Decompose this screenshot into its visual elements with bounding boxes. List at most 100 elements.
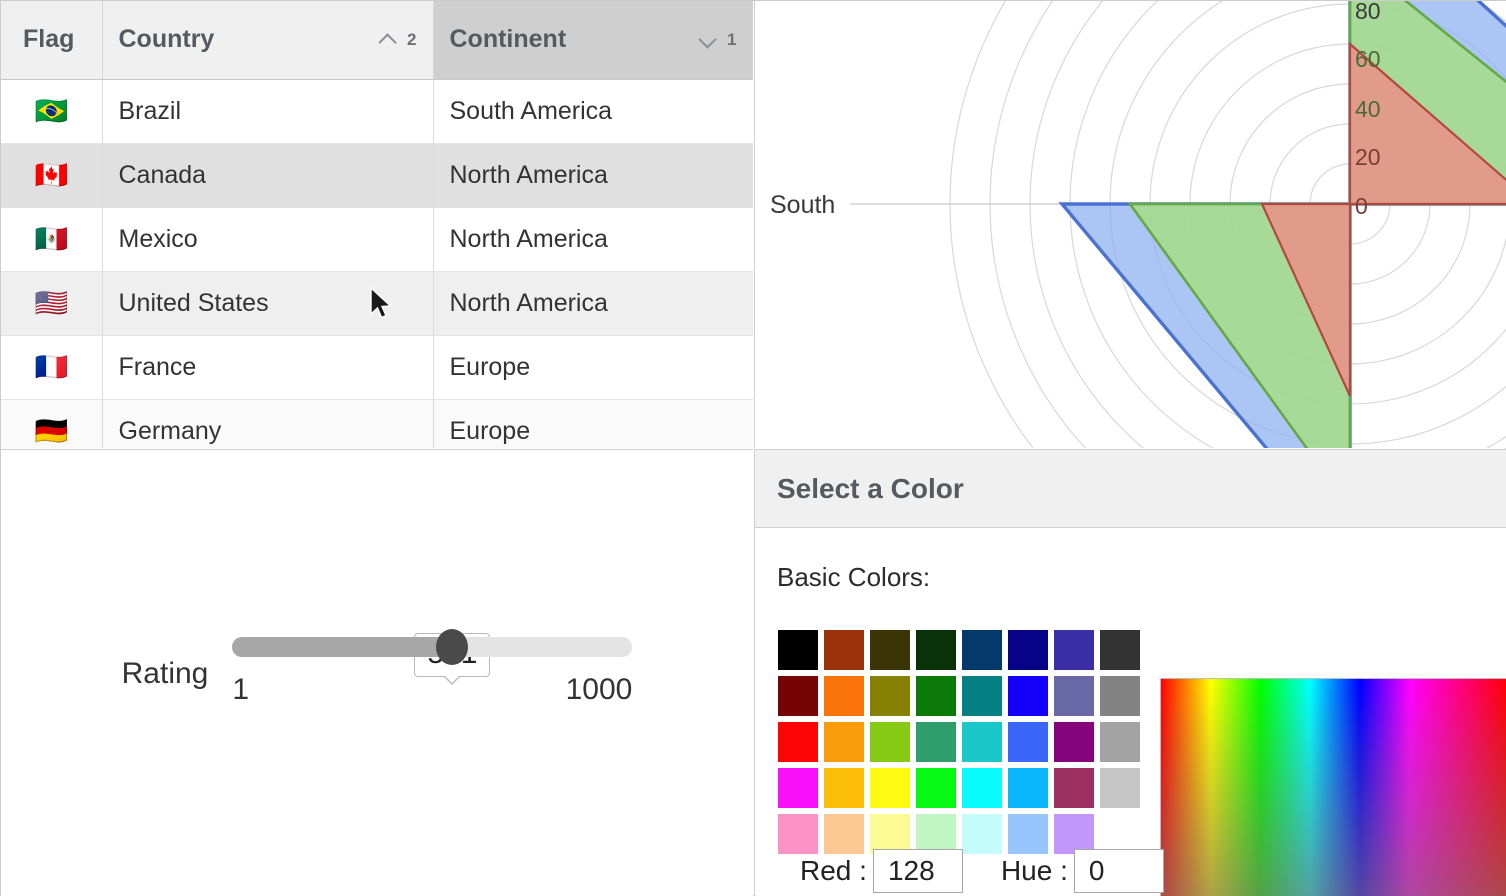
color-value-fields: Red : 128 Hue : 0 bbox=[755, 846, 1506, 896]
column-header-flag-label: Flag bbox=[23, 25, 74, 53]
rating-slider[interactable]: 551 1 1000 bbox=[232, 637, 632, 711]
color-swatch[interactable] bbox=[821, 765, 867, 811]
color-swatch[interactable] bbox=[775, 719, 821, 765]
column-header-continent[interactable]: Continent 1 bbox=[433, 1, 753, 79]
sort-indicator-country[interactable]: 2 bbox=[364, 30, 416, 50]
color-swatch-fill bbox=[916, 768, 956, 808]
cell-flag: 🇫🇷 bbox=[1, 335, 102, 399]
color-swatch[interactable] bbox=[1005, 765, 1051, 811]
radial-tick-40: 40 bbox=[1355, 96, 1381, 122]
color-swatch[interactable] bbox=[1097, 765, 1143, 811]
color-swatch[interactable] bbox=[1051, 673, 1097, 719]
basic-colors-label: Basic Colors: bbox=[777, 562, 930, 593]
color-picker-dialog: Select a Color Basic Colors: Red : 128 H… bbox=[754, 449, 1506, 896]
color-swatch[interactable] bbox=[867, 765, 913, 811]
color-swatch-fill bbox=[1100, 722, 1140, 762]
red-input[interactable]: 128 bbox=[873, 849, 963, 893]
color-swatch[interactable] bbox=[913, 719, 959, 765]
color-swatch[interactable] bbox=[1051, 719, 1097, 765]
color-swatch-fill bbox=[778, 676, 818, 716]
color-swatch[interactable] bbox=[959, 719, 1005, 765]
color-swatch[interactable] bbox=[1005, 673, 1051, 719]
table-row[interactable]: 🇧🇷 Brazil South America bbox=[1, 79, 753, 143]
color-swatch[interactable] bbox=[867, 627, 913, 673]
table-row[interactable]: 🇺🇸 United States North America bbox=[1, 271, 753, 335]
table-row[interactable]: 🇲🇽 Mexico North America bbox=[1, 207, 753, 271]
color-swatch[interactable] bbox=[959, 673, 1005, 719]
red-label: Red : bbox=[800, 855, 867, 887]
table-row[interactable]: 🇫🇷 France Europe bbox=[1, 335, 753, 399]
color-swatch-fill bbox=[1054, 676, 1094, 716]
color-swatch[interactable] bbox=[821, 673, 867, 719]
column-header-country[interactable]: Country 2 bbox=[102, 1, 433, 79]
table-row[interactable]: 🇨🇦 Canada North America bbox=[1, 143, 753, 207]
color-dialog-title: Select a Color bbox=[777, 473, 964, 505]
radial-tick-0: 0 bbox=[1355, 193, 1368, 219]
slider-min-label: 1 bbox=[232, 673, 249, 707]
color-swatch[interactable] bbox=[1051, 765, 1097, 811]
color-swatch[interactable] bbox=[913, 627, 959, 673]
column-header-flag[interactable]: Flag bbox=[1, 1, 102, 79]
basic-colors-grid[interactable] bbox=[775, 627, 1143, 857]
sort-indicator-continent[interactable]: 1 bbox=[684, 30, 736, 50]
hue-input[interactable]: 0 bbox=[1074, 849, 1164, 893]
color-swatch-fill bbox=[870, 768, 910, 808]
cell-continent: North America bbox=[433, 143, 753, 207]
color-swatch-fill bbox=[870, 676, 910, 716]
color-swatch[interactable] bbox=[775, 765, 821, 811]
color-swatch-fill bbox=[1100, 768, 1140, 808]
color-swatch-fill bbox=[1054, 722, 1094, 762]
color-swatch[interactable] bbox=[959, 627, 1005, 673]
color-swatch-fill bbox=[916, 722, 956, 762]
color-swatch[interactable] bbox=[821, 719, 867, 765]
cell-country: Mexico bbox=[102, 207, 433, 271]
cell-flag: 🇩🇪 bbox=[1, 399, 102, 448]
color-swatch-fill bbox=[1008, 630, 1048, 670]
color-swatch-fill bbox=[1100, 676, 1140, 716]
sort-order-badge-continent: 1 bbox=[727, 30, 736, 50]
cell-country: United States bbox=[102, 271, 433, 335]
color-swatch[interactable] bbox=[959, 765, 1005, 811]
table-row[interactable]: 🇩🇪 Germany Europe bbox=[1, 399, 753, 448]
country-table: Flag Country 2 Continent bbox=[1, 1, 753, 448]
color-swatch[interactable] bbox=[775, 673, 821, 719]
color-swatch-fill bbox=[824, 768, 864, 808]
color-swatch[interactable] bbox=[1005, 719, 1051, 765]
color-swatch[interactable] bbox=[1097, 719, 1143, 765]
hue-label: Hue : bbox=[1001, 855, 1068, 887]
color-swatch[interactable] bbox=[1005, 627, 1051, 673]
color-swatch[interactable] bbox=[821, 627, 867, 673]
color-swatch-fill bbox=[870, 722, 910, 762]
color-swatch[interactable] bbox=[867, 719, 913, 765]
slider-max-label: 1000 bbox=[566, 673, 633, 707]
radial-tick-80: 80 bbox=[1355, 1, 1381, 24]
cell-country: Germany bbox=[102, 399, 433, 448]
column-header-country-label: Country bbox=[119, 25, 215, 54]
country-table-panel: Flag Country 2 Continent bbox=[1, 1, 753, 448]
chevron-up-icon bbox=[378, 34, 398, 46]
color-swatch-fill bbox=[916, 676, 956, 716]
radial-tick-60: 60 bbox=[1355, 46, 1381, 72]
color-swatch-fill bbox=[1008, 722, 1048, 762]
color-swatch[interactable] bbox=[1051, 627, 1097, 673]
cell-country: Brazil bbox=[102, 79, 433, 143]
color-swatch-fill bbox=[824, 722, 864, 762]
color-swatch-fill bbox=[916, 630, 956, 670]
radar-chart[interactable]: 80 60 40 20 0 South bbox=[755, 1, 1506, 448]
table-body: 🇧🇷 Brazil South America 🇨🇦 Canada North … bbox=[1, 79, 753, 448]
slider-track[interactable] bbox=[232, 637, 632, 657]
slider-track-fill bbox=[232, 637, 452, 657]
color-swatch[interactable] bbox=[775, 627, 821, 673]
color-swatch[interactable] bbox=[867, 673, 913, 719]
color-swatch[interactable] bbox=[1097, 627, 1143, 673]
color-swatch-fill bbox=[870, 630, 910, 670]
sort-order-badge-country: 2 bbox=[407, 30, 416, 50]
color-swatch[interactable] bbox=[913, 765, 959, 811]
color-dialog-body: Basic Colors: Red : 128 Hue : 0 bbox=[755, 528, 1506, 896]
color-swatch[interactable] bbox=[1097, 673, 1143, 719]
hue-field-group: Hue : 0 bbox=[1001, 849, 1164, 893]
color-swatch[interactable] bbox=[913, 673, 959, 719]
color-swatch-fill bbox=[778, 630, 818, 670]
slider-thumb[interactable] bbox=[436, 629, 468, 665]
cell-continent: North America bbox=[433, 271, 753, 335]
